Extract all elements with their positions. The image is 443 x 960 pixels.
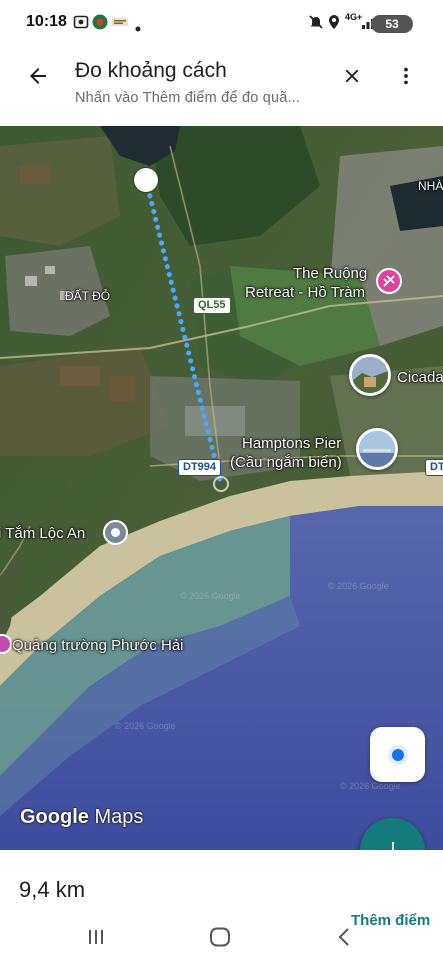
- hotel-pin-icon[interactable]: [376, 268, 402, 294]
- measure-header: Đo khoảng cách Nhấn vào Thêm điểm để đo …: [0, 44, 443, 126]
- app-root: 10:18 4G+ 53 Đo khoảng cách Nhấn vào Thê…: [0, 0, 443, 960]
- place-label-phuoc-hai[interactable]: Quảng trường Phước Hải: [12, 636, 184, 656]
- network-type: 4G+: [345, 12, 363, 22]
- measure-bottom-sheet: 9,4 km Thêm điểm: [0, 850, 443, 960]
- back-button[interactable]: [18, 56, 58, 96]
- road-shield-dt994: DT994: [178, 459, 222, 476]
- place-photo-pin-cicada[interactable]: [349, 354, 391, 396]
- map-watermark: © 2026 Google: [340, 781, 401, 791]
- place-label-tam-loc-an[interactable]: i Tắm Lộc An: [0, 524, 85, 544]
- app-icon: [111, 14, 129, 35]
- my-location-button[interactable]: [370, 727, 425, 782]
- mute-icon: [308, 14, 324, 35]
- measure-start-point[interactable]: [134, 168, 158, 192]
- map-label-dat-do: ĐẤT ĐỎ: [65, 289, 111, 303]
- my-location-icon: [387, 744, 408, 765]
- home-icon: [210, 927, 230, 947]
- status-bar: 10:18 4G+ 53: [0, 0, 443, 44]
- place-label-hamptons-1[interactable]: Hamptons Pier: [242, 434, 341, 454]
- app-icon: [92, 14, 108, 35]
- more-vert-icon: [404, 67, 408, 85]
- plus-icon: [383, 841, 402, 850]
- map-watermark: © 2026 Google: [180, 591, 241, 601]
- page-subtitle: Nhấn vào Thêm điểm để đo quã...: [75, 90, 301, 106]
- arrow-back-icon: [30, 68, 46, 84]
- place-label-ruong-1[interactable]: The Ruộng: [293, 264, 367, 284]
- close-button[interactable]: [332, 56, 372, 96]
- map-label-nha: NHÀ: [418, 179, 443, 193]
- road-shield-ql55: QL55: [193, 297, 231, 314]
- google-maps-logo: Google Maps: [20, 806, 144, 828]
- status-time: 10:18: [26, 13, 67, 30]
- road-shield-dt9: DT9: [425, 459, 443, 476]
- place-label-cicada[interactable]: Cicada: [397, 368, 443, 388]
- place-label-hamptons-2[interactable]: (Cầu ngắm biển): [230, 453, 342, 473]
- satellite-map[interactable]: NHÀ ĐẤT ĐỎ QL55 DT994 DT9 The Ruộng Retr…: [0, 126, 443, 850]
- system-nav-bar: [0, 918, 443, 960]
- back-nav-button[interactable]: [324, 922, 364, 952]
- more-options-button[interactable]: [386, 56, 426, 96]
- place-label-ruong-2[interactable]: Retreat - Hồ Tràm: [245, 283, 365, 303]
- battery-icon: 53: [371, 15, 413, 33]
- recents-icon: [89, 930, 103, 944]
- map-watermark: © 2026 Google: [328, 581, 389, 591]
- place-photo-pin-hamptons[interactable]: [356, 428, 398, 470]
- measured-distance: 9,4 km: [19, 877, 86, 902]
- close-icon: [345, 69, 359, 83]
- dot-icon: [135, 19, 141, 37]
- chevron-left-icon: [338, 928, 349, 946]
- place-pin-icon[interactable]: [103, 520, 128, 545]
- location-icon: [327, 14, 341, 35]
- measure-end-point[interactable]: [213, 476, 229, 492]
- map-watermark: © 2026 Google: [115, 721, 176, 731]
- screenshot-icon: [73, 14, 89, 35]
- page-title: Đo khoảng cách: [75, 59, 227, 82]
- recents-button[interactable]: [76, 922, 116, 952]
- home-button[interactable]: [200, 922, 240, 952]
